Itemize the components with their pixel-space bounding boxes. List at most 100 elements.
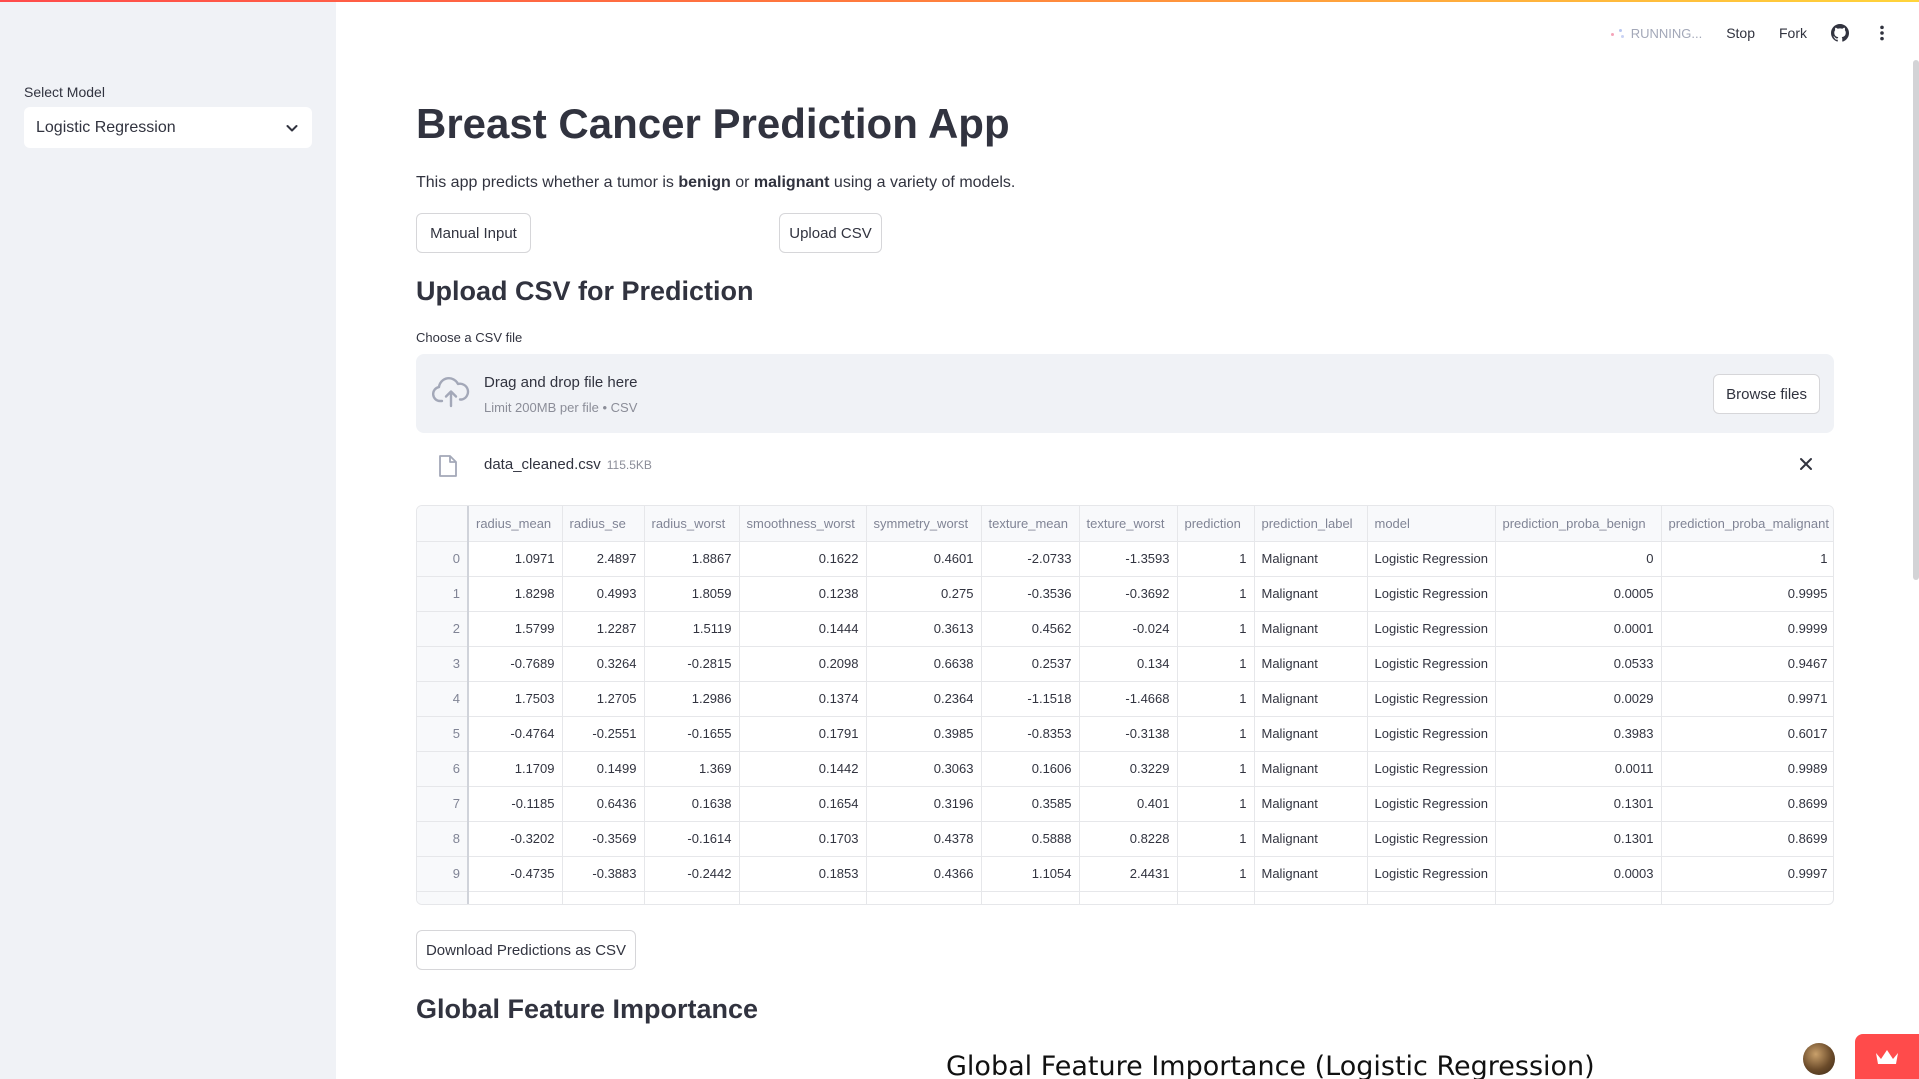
table-cell[interactable]: 0.6638 <box>866 646 982 682</box>
column-header[interactable]: radius_worst <box>644 506 740 542</box>
table-cell[interactable]: 1 <box>1177 611 1255 647</box>
file-dropzone[interactable]: Drag and drop file here Limit 200MB per … <box>416 354 1834 433</box>
model-select[interactable]: Logistic Regression <box>24 107 312 148</box>
row-index[interactable]: 0 <box>417 541 469 577</box>
table-cell[interactable]: 0.1703 <box>739 821 867 857</box>
table-cell[interactable]: 0.9997 <box>1661 856 1833 892</box>
table-cell[interactable]: 1 <box>1177 576 1255 612</box>
table-cell[interactable]: 0.401 <box>1079 786 1178 822</box>
table-cell[interactable]: 0.1791 <box>739 716 867 752</box>
table-cell[interactable]: 0.0533 <box>1495 646 1662 682</box>
table-cell[interactable]: 0.3585 <box>981 786 1080 822</box>
table-cell[interactable]: 1 <box>1177 716 1255 752</box>
table-cell[interactable]: -0.3138 <box>1079 716 1178 752</box>
table-cell[interactable]: Logistic Regression <box>1367 681 1496 717</box>
download-predictions-button[interactable]: Download Predictions as CSV <box>416 930 636 970</box>
table-cell[interactable]: 0.8699 <box>1661 821 1833 857</box>
row-index[interactable]: 8 <box>417 821 469 857</box>
table-cell[interactable]: 0.9467 <box>1661 646 1833 682</box>
table-cell[interactable]: 0.0003 <box>1495 856 1662 892</box>
table-cell[interactable]: -0.2442 <box>644 856 740 892</box>
predictions-table[interactable]: radius_mean radius_se radius_worst smoothne… <box>416 505 1834 905</box>
column-header[interactable]: smoothness_worst <box>739 506 867 542</box>
table-cell[interactable]: 0.8228 <box>1079 821 1178 857</box>
fork-button[interactable]: Fork <box>1779 25 1807 41</box>
table-cell[interactable]: 0.275 <box>866 576 982 612</box>
table-cell[interactable]: -1.4668 <box>1079 681 1178 717</box>
table-cell[interactable]: 0.3264 <box>562 646 645 682</box>
table-cell[interactable]: 0.0029 <box>1495 681 1662 717</box>
table-cell[interactable]: 1 <box>1177 751 1255 787</box>
table-cell[interactable]: Logistic Regression <box>1367 821 1496 857</box>
table-cell[interactable]: Malignant <box>1254 786 1368 822</box>
kebab-menu-icon[interactable] <box>1873 24 1891 42</box>
table-cell[interactable]: 0.4562 <box>981 611 1080 647</box>
table-cell[interactable]: 1.7503 <box>468 681 563 717</box>
table-cell[interactable]: -0.2551 <box>562 716 645 752</box>
table-cell[interactable]: Malignant <box>1254 611 1368 647</box>
table-cell[interactable]: 0.3613 <box>866 611 982 647</box>
column-header[interactable]: texture_mean <box>981 506 1080 542</box>
table-cell[interactable]: 0.1374 <box>739 681 867 717</box>
table-cell[interactable]: -0.1614 <box>644 821 740 857</box>
table-cell[interactable]: 0.6017 <box>1661 716 1833 752</box>
table-cell[interactable]: -0.3883 <box>562 856 645 892</box>
table-cell[interactable]: 0.4366 <box>866 856 982 892</box>
close-icon[interactable] <box>1796 454 1816 474</box>
table-cell[interactable]: -1.1518 <box>981 681 1080 717</box>
table-cell[interactable]: 1.0971 <box>468 541 563 577</box>
table-cell[interactable]: 0.9999 <box>1661 611 1833 647</box>
table-cell[interactable]: 1.369 <box>644 751 740 787</box>
column-header[interactable]: texture_worst <box>1079 506 1178 542</box>
stop-button[interactable]: Stop <box>1726 25 1755 41</box>
table-cell[interactable]: -0.4764 <box>468 716 563 752</box>
table-cell[interactable]: 0.4378 <box>866 821 982 857</box>
table-cell[interactable]: 0.1499 <box>562 751 645 787</box>
table-cell[interactable]: Malignant <box>1254 681 1368 717</box>
table-cell[interactable]: 0.4601 <box>866 541 982 577</box>
table-cell[interactable]: 0.1238 <box>739 576 867 612</box>
table-cell[interactable]: 0.0011 <box>1495 751 1662 787</box>
row-index[interactable]: 9 <box>417 856 469 892</box>
table-cell[interactable]: 0.1444 <box>739 611 867 647</box>
table-cell[interactable]: 1.1709 <box>468 751 563 787</box>
table-cell[interactable]: 2.4897 <box>562 541 645 577</box>
table-cell[interactable]: Malignant <box>1254 821 1368 857</box>
avatar[interactable] <box>1803 1043 1835 1075</box>
table-cell[interactable]: 0.9989 <box>1661 751 1833 787</box>
index-header[interactable] <box>417 506 469 542</box>
table-cell[interactable]: 0.1622 <box>739 541 867 577</box>
table-cell[interactable]: Logistic Regression <box>1367 856 1496 892</box>
table-cell[interactable]: 0 <box>1495 541 1662 577</box>
table-cell[interactable]: 0.3985 <box>866 716 982 752</box>
table-cell[interactable]: 0.3983 <box>1495 716 1662 752</box>
table-cell[interactable]: 0.2364 <box>866 681 982 717</box>
table-cell[interactable]: 1.5799 <box>468 611 563 647</box>
table-cell[interactable]: 1.8867 <box>644 541 740 577</box>
table-cell[interactable]: -0.8353 <box>981 716 1080 752</box>
table-cell[interactable]: -0.2815 <box>644 646 740 682</box>
table-cell[interactable]: 0.0005 <box>1495 576 1662 612</box>
table-cell[interactable]: -0.3569 <box>562 821 645 857</box>
column-header[interactable]: radius_se <box>562 506 645 542</box>
table-cell[interactable]: 0.0001 <box>1495 611 1662 647</box>
table-cell[interactable]: 0.5888 <box>981 821 1080 857</box>
row-index[interactable]: 1 <box>417 576 469 612</box>
table-cell[interactable]: Logistic Regression <box>1367 716 1496 752</box>
table-cell[interactable]: 1 <box>1177 541 1255 577</box>
table-cell[interactable]: 0.2098 <box>739 646 867 682</box>
table-cell[interactable]: 0.8699 <box>1661 786 1833 822</box>
table-cell[interactable]: Malignant <box>1254 751 1368 787</box>
table-cell[interactable]: 0.2537 <box>981 646 1080 682</box>
upload-csv-button[interactable]: Upload CSV <box>779 213 882 253</box>
table-cell[interactable]: 0.4993 <box>562 576 645 612</box>
streamlit-badge[interactable] <box>1855 1034 1919 1079</box>
table-cell[interactable]: 0.6436 <box>562 786 645 822</box>
table-cell[interactable]: 1 <box>1661 541 1833 577</box>
table-cell[interactable]: Logistic Regression <box>1367 751 1496 787</box>
table-cell[interactable]: 1.2287 <box>562 611 645 647</box>
table-cell[interactable]: 0.1301 <box>1495 786 1662 822</box>
row-index[interactable]: 7 <box>417 786 469 822</box>
table-cell[interactable]: 0.3063 <box>866 751 982 787</box>
table-cell[interactable]: -0.7689 <box>468 646 563 682</box>
